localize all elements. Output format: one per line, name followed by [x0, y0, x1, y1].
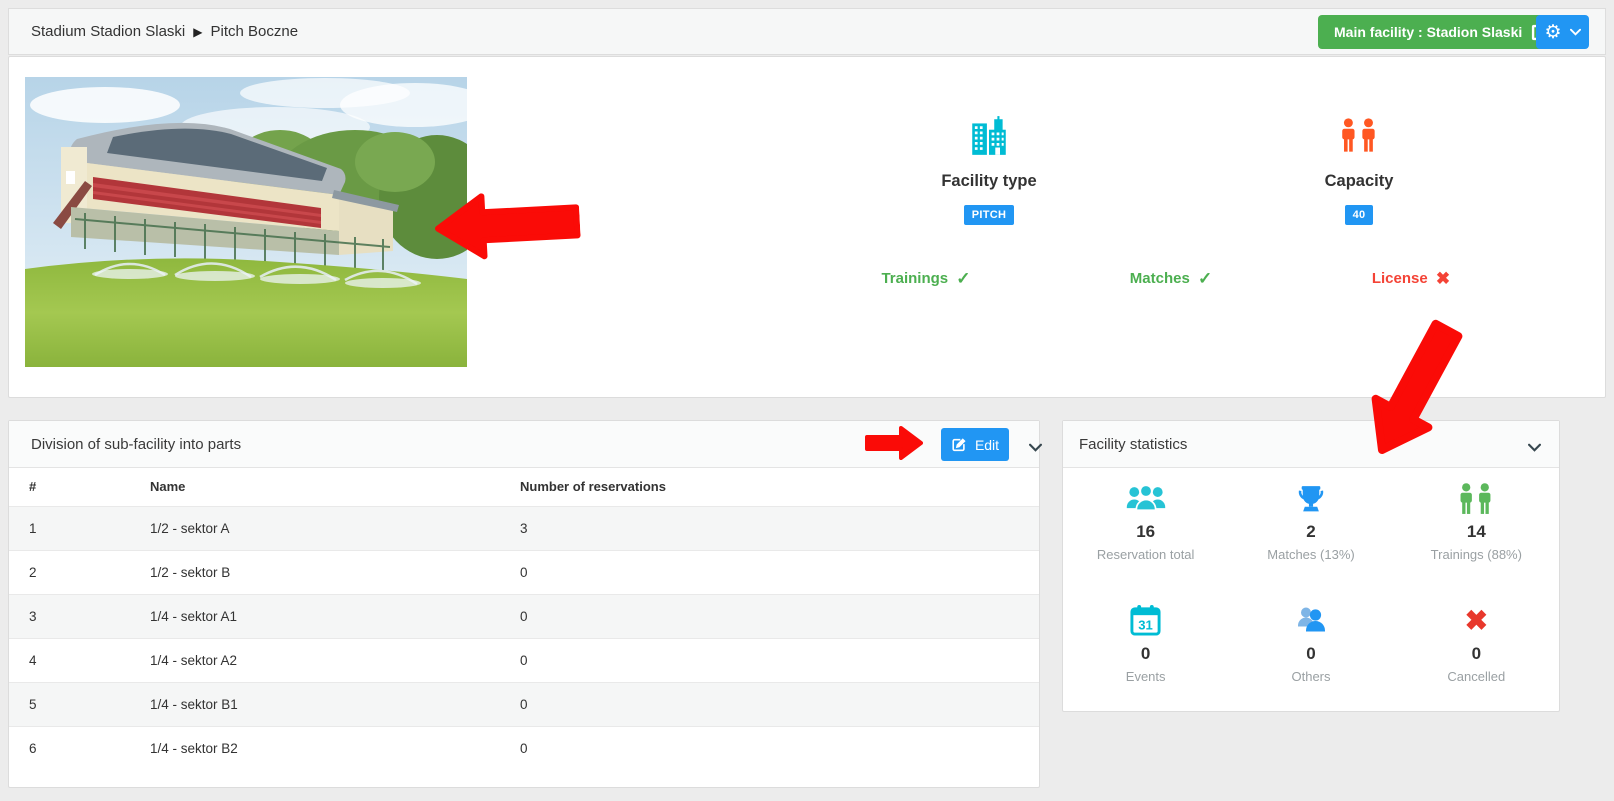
table-row[interactable]: 4 1/4 - sektor A2 0	[9, 638, 1039, 682]
stat-label: Cancelled	[1447, 669, 1505, 684]
table-row[interactable]: 5 1/4 - sektor B1 0	[9, 682, 1039, 726]
status-trainings-label: Trainings	[881, 270, 948, 287]
cell-index: 3	[9, 594, 149, 638]
edit-button[interactable]: Edit	[941, 428, 1009, 461]
capacity-block: Capacity 40	[1259, 115, 1459, 225]
edit-pencil-icon	[951, 437, 967, 453]
facility-type-block: Facility type PITCH	[889, 115, 1089, 225]
stat-value: 0	[1306, 644, 1315, 664]
cell-index: 5	[9, 682, 149, 726]
stat-value: 2	[1306, 522, 1315, 542]
cell-name: 1/4 - sektor B1	[149, 682, 519, 726]
column-index: #	[9, 468, 149, 506]
facility-statistics-panel: Facility statistics 16 Reservation total	[1062, 420, 1560, 712]
division-panel-title: Division of sub-facility into parts	[31, 421, 241, 468]
breadcrumb-parent[interactable]: Stadium Stadion Slaski	[31, 23, 185, 40]
statistics-collapse-chevron-icon[interactable]	[1528, 439, 1541, 457]
cross-icon: ✖	[1465, 603, 1488, 639]
cell-index: 2	[9, 550, 149, 594]
statistics-panel-title: Facility statistics	[1079, 421, 1187, 468]
cell-reservations: 0	[519, 682, 1039, 726]
status-license: License ✖	[1326, 269, 1496, 289]
stat-label: Events	[1126, 669, 1166, 684]
cell-reservations: 0	[519, 638, 1039, 682]
capacity-badge: 40	[1345, 205, 1374, 225]
column-reservations: Number of reservations	[519, 468, 1039, 506]
group-icon	[1124, 481, 1168, 517]
stat-label: Matches (13%)	[1267, 547, 1354, 562]
breadcrumb: Stadium Stadion Slaski ▶ Pitch Boczne	[31, 23, 298, 40]
table-header-row: # Name Number of reservations	[9, 468, 1039, 506]
top-bar: Stadium Stadion Slaski ▶ Pitch Boczne Ma…	[8, 8, 1606, 55]
table-row[interactable]: 1 1/2 - sektor A 3	[9, 506, 1039, 550]
column-name: Name	[149, 468, 519, 506]
cell-reservations: 0	[519, 726, 1039, 770]
facility-type-badge: PITCH	[964, 205, 1015, 225]
stat-value: 14	[1467, 522, 1486, 542]
city-buildings-icon	[967, 115, 1011, 157]
cell-name: 1/4 - sektor A2	[149, 638, 519, 682]
stat-reservation-total: 16 Reservation total	[1063, 469, 1228, 591]
stat-events: 31 0 Events	[1063, 591, 1228, 713]
stat-label: Trainings (88%)	[1431, 547, 1522, 562]
stat-matches: 2 Matches (13%)	[1228, 469, 1393, 591]
division-panel: Division of sub-facility into parts Edit…	[8, 420, 1040, 788]
stat-value: 16	[1136, 522, 1155, 542]
stat-label: Others	[1291, 669, 1330, 684]
main-facility-button[interactable]: Main facility : Stadion Slaski	[1318, 15, 1565, 49]
chevron-down-icon	[1570, 28, 1581, 36]
sub-facility-table: # Name Number of reservations 1 1/2 - se…	[9, 468, 1039, 770]
division-panel-header: Division of sub-facility into parts Edit	[9, 421, 1039, 468]
cell-name: 1/2 - sektor A	[149, 506, 519, 550]
calendar-icon: 31	[1129, 603, 1162, 639]
breadcrumb-current: Pitch Boczne	[210, 23, 298, 40]
user-pair-icon	[1292, 603, 1330, 639]
stat-trainings: 14 Trainings (88%)	[1394, 469, 1559, 591]
trophy-icon	[1294, 481, 1328, 517]
two-people-orange-icon	[1340, 115, 1378, 157]
gear-icon: ⚙	[1544, 23, 1561, 42]
stat-cancelled: ✖ 0 Cancelled	[1394, 591, 1559, 713]
cell-reservations: 0	[519, 594, 1039, 638]
status-matches: Matches ✓	[1086, 269, 1256, 289]
cell-reservations: 0	[519, 550, 1039, 594]
statistics-grid: 16 Reservation total 2 Matches (13%)	[1063, 469, 1559, 712]
statistics-panel-header: Facility statistics	[1063, 421, 1559, 468]
status-license-label: License	[1372, 270, 1428, 287]
status-matches-label: Matches	[1130, 270, 1190, 287]
facility-overview-panel: Facility type PITCH Capacity 40 Training…	[8, 56, 1606, 398]
check-icon: ✓	[1198, 269, 1212, 288]
stat-value: 0	[1141, 644, 1150, 664]
cell-name: 1/4 - sektor A1	[149, 594, 519, 638]
stat-others: 0 Others	[1228, 591, 1393, 713]
edit-button-label: Edit	[975, 437, 999, 453]
cell-index: 6	[9, 726, 149, 770]
cell-name: 1/2 - sektor B	[149, 550, 519, 594]
breadcrumb-separator-icon: ▶	[193, 25, 202, 39]
capacity-label: Capacity	[1259, 172, 1459, 191]
cross-icon: ✖	[1436, 269, 1450, 288]
table-row[interactable]: 6 1/4 - sektor B2 0	[9, 726, 1039, 770]
cell-name: 1/4 - sektor B2	[149, 726, 519, 770]
cell-index: 4	[9, 638, 149, 682]
facility-type-label: Facility type	[889, 172, 1089, 191]
stat-value: 0	[1472, 644, 1481, 664]
table-row[interactable]: 2 1/2 - sektor B 0	[9, 550, 1039, 594]
cell-index: 1	[9, 506, 149, 550]
stat-label: Reservation total	[1097, 547, 1195, 562]
two-people-icon	[1458, 481, 1494, 517]
division-collapse-chevron-icon[interactable]	[1029, 439, 1042, 457]
facility-photo	[25, 77, 467, 367]
settings-dropdown-button[interactable]: ⚙	[1536, 15, 1589, 49]
table-row[interactable]: 3 1/4 - sektor A1 0	[9, 594, 1039, 638]
main-facility-button-label: Main facility : Stadion Slaski	[1334, 24, 1522, 40]
check-icon: ✓	[956, 269, 970, 288]
status-trainings: Trainings ✓	[841, 269, 1011, 289]
svg-text:31: 31	[1138, 618, 1153, 633]
cell-reservations: 3	[519, 506, 1039, 550]
